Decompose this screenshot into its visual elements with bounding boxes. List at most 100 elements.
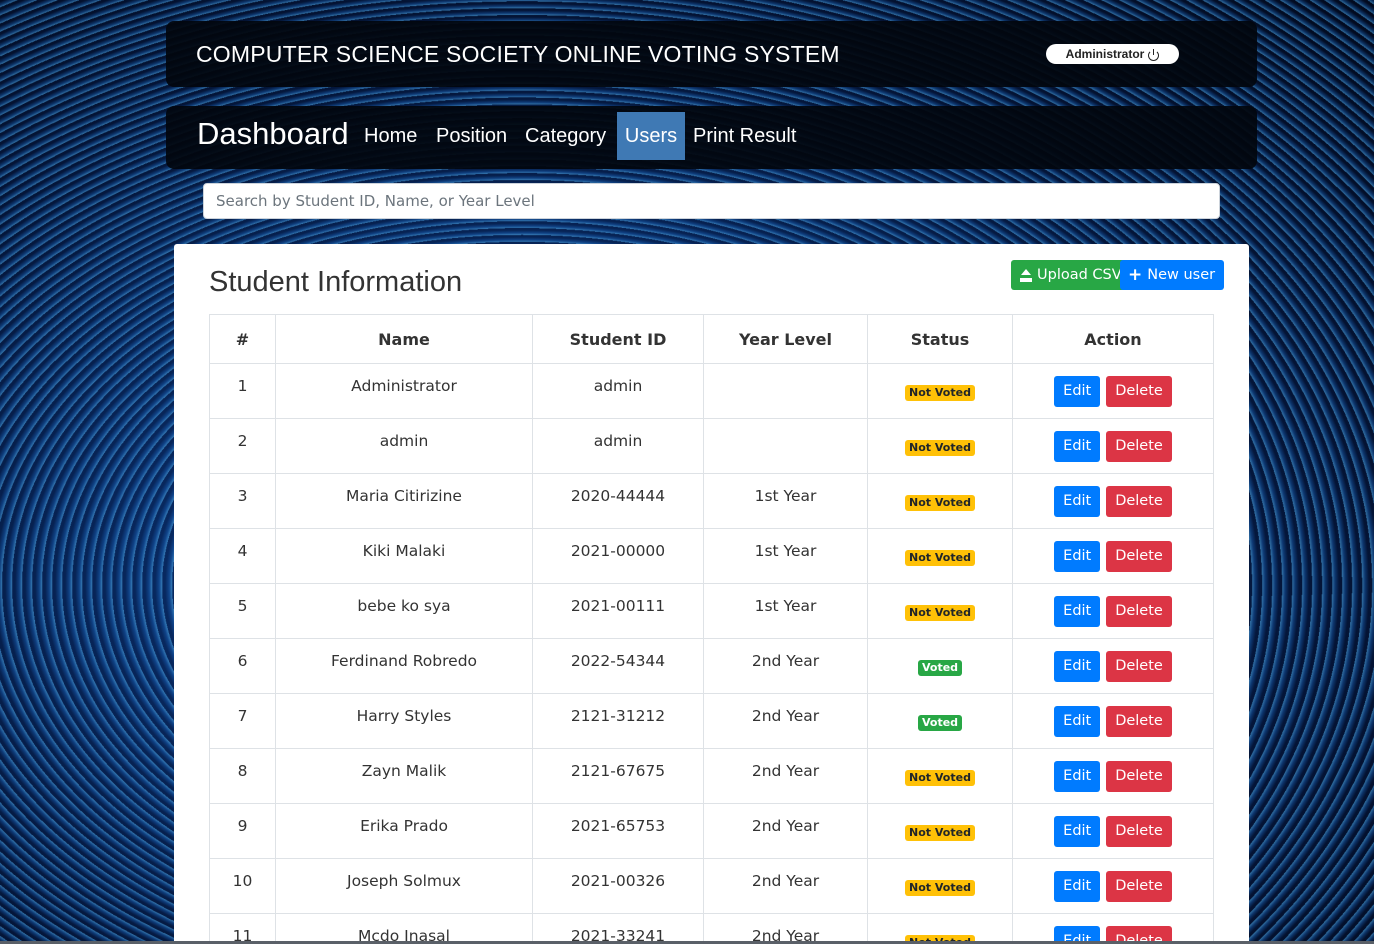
table-row: 7 Harry Styles 2121-31212 2nd Year Voted Edit… — [209, 693, 1214, 749]
card-title: Student Information — [209, 266, 463, 298]
cell-year-level — [703, 363, 868, 419]
status-badge: Not Voted — [905, 494, 975, 511]
edit-button[interactable]: Edit — [1054, 815, 1101, 847]
delete-button[interactable]: Delete — [1106, 375, 1172, 407]
table-row: 4 Kiki Malaki 2021-00000 1st Year Not Voted E… — [209, 528, 1214, 584]
delete-button[interactable]: Delete — [1106, 760, 1172, 792]
cell-action: Edit Delete — [1012, 528, 1214, 584]
cell-student-id: 2121-67675 — [532, 748, 704, 804]
status-badge: Not Voted — [905, 879, 975, 896]
table-row: 5 bebe ko sya 2021-00111 1st Year Not Voted E… — [209, 583, 1214, 639]
cell-action: Edit Delete — [1012, 363, 1214, 419]
cell-number: 10 — [209, 858, 276, 914]
delete-button[interactable]: Delete — [1106, 650, 1172, 682]
status-badge: Not Voted — [905, 549, 975, 566]
cell-student-id: 2021-33241 — [532, 913, 704, 944]
status-badge: Not Voted — [905, 769, 975, 786]
cell-year-level: 2nd Year — [703, 693, 868, 749]
cell-name: Kiki Malaki — [275, 528, 533, 584]
cell-name: Maria Citirizine — [275, 473, 533, 529]
cell-year-level: 1st Year — [703, 583, 868, 639]
status-badge: Not Voted — [905, 824, 975, 841]
cell-status: Not Voted — [867, 583, 1013, 639]
cell-name: Zayn Malik — [275, 748, 533, 804]
upload-csv-button[interactable]: Upload CSV — [1011, 260, 1131, 290]
cell-name: bebe ko sya — [275, 583, 533, 639]
table-row: 10 Joseph Solmux 2021-00326 2nd Year Not Vot… — [209, 858, 1214, 914]
cell-status: Not Voted — [867, 858, 1013, 914]
system-title: COMPUTER SCIENCE SOCIETY ONLINE VOTING S… — [196, 40, 840, 67]
nav-item-position[interactable]: Position — [428, 112, 515, 160]
delete-button[interactable]: Delete — [1106, 430, 1172, 462]
edit-button[interactable]: Edit — [1054, 705, 1101, 737]
delete-button[interactable]: Delete — [1106, 815, 1172, 847]
nav-item-category[interactable]: Category — [517, 112, 614, 160]
col-header-status: Status — [867, 314, 1013, 364]
nav-item-users[interactable]: Users — [617, 112, 685, 160]
delete-button[interactable]: Delete — [1106, 485, 1172, 517]
cell-name: Harry Styles — [275, 693, 533, 749]
main-navbar: Dashboard Home Position Category Users P… — [166, 106, 1257, 169]
edit-button[interactable]: Edit — [1054, 595, 1101, 627]
cell-student-id: 2020-44444 — [532, 473, 704, 529]
nav-item-home[interactable]: Home — [356, 112, 425, 160]
cell-student-id: admin — [532, 363, 704, 419]
col-header-action: Action — [1012, 314, 1214, 364]
edit-button[interactable]: Edit — [1054, 650, 1101, 682]
table-row: 1 Administrator admin Not Voted Edit Delete — [209, 363, 1214, 419]
status-badge: Not Voted — [905, 384, 975, 401]
status-badge: Not Voted — [905, 439, 975, 456]
cell-student-id: 2021-00000 — [532, 528, 704, 584]
cell-student-id: 2121-31212 — [532, 693, 704, 749]
table-header-row: # Name Student ID Year Level Status Acti… — [209, 314, 1214, 364]
new-user-button[interactable]: + New user — [1120, 260, 1225, 290]
edit-button[interactable]: Edit — [1054, 485, 1101, 517]
col-header-number: # — [209, 314, 276, 364]
edit-button[interactable]: Edit — [1054, 760, 1101, 792]
cell-number: 7 — [209, 693, 276, 749]
student-info-card: Student Information Upload CSV + New use… — [174, 244, 1249, 944]
cell-name: Joseph Solmux — [275, 858, 533, 914]
cell-status: Not Voted — [867, 913, 1013, 944]
cell-status: Voted — [867, 693, 1013, 749]
status-badge: Voted — [917, 659, 963, 676]
upload-icon — [1020, 268, 1032, 282]
cell-student-id: 2021-00326 — [532, 858, 704, 914]
cell-name: Erika Prado — [275, 803, 533, 859]
cell-number: 9 — [209, 803, 276, 859]
col-header-student-id: Student ID — [532, 314, 704, 364]
delete-button[interactable]: Delete — [1106, 540, 1172, 572]
nav-item-print-result[interactable]: Print Result — [685, 112, 804, 160]
cell-action: Edit Delete — [1012, 693, 1214, 749]
cell-name: Mcdo Inasal — [275, 913, 533, 944]
cell-year-level — [703, 418, 868, 474]
edit-button[interactable]: Edit — [1054, 870, 1101, 902]
cell-year-level: 2nd Year — [703, 638, 868, 694]
cell-status: Not Voted — [867, 473, 1013, 529]
cell-student-id: admin — [532, 418, 704, 474]
cell-action: Edit Delete — [1012, 418, 1214, 474]
cell-student-id: 2022-54344 — [532, 638, 704, 694]
search-input[interactable] — [203, 183, 1220, 219]
students-table: # Name Student ID Year Level Status Acti… — [209, 314, 1214, 944]
cell-year-level: 2nd Year — [703, 748, 868, 804]
cell-status: Not Voted — [867, 363, 1013, 419]
edit-button[interactable]: Edit — [1054, 540, 1101, 572]
cell-action: Edit Delete — [1012, 583, 1214, 639]
cell-name: admin — [275, 418, 533, 474]
cell-student-id: 2021-65753 — [532, 803, 704, 859]
delete-button[interactable]: Delete — [1106, 870, 1172, 902]
edit-button[interactable]: Edit — [1054, 430, 1101, 462]
cell-action: Edit Delete — [1012, 638, 1214, 694]
table-row: 8 Zayn Malik 2121-67675 2nd Year Not Voted Ed… — [209, 748, 1214, 804]
nav-brand[interactable]: Dashboard — [197, 116, 349, 152]
delete-button[interactable]: Delete — [1106, 705, 1172, 737]
user-menu-button[interactable]: Administrator — [1046, 44, 1179, 64]
user-label: Administrator — [1065, 47, 1145, 61]
cell-status: Not Voted — [867, 528, 1013, 584]
delete-button[interactable]: Delete — [1106, 595, 1172, 627]
edit-button[interactable]: Edit — [1054, 375, 1101, 407]
table-row: 2 admin admin Not Voted Edit Delete — [209, 418, 1214, 474]
table-row: 3 Maria Citirizine 2020-44444 1st Year Not V… — [209, 473, 1214, 529]
new-user-label: New user — [1147, 267, 1216, 283]
